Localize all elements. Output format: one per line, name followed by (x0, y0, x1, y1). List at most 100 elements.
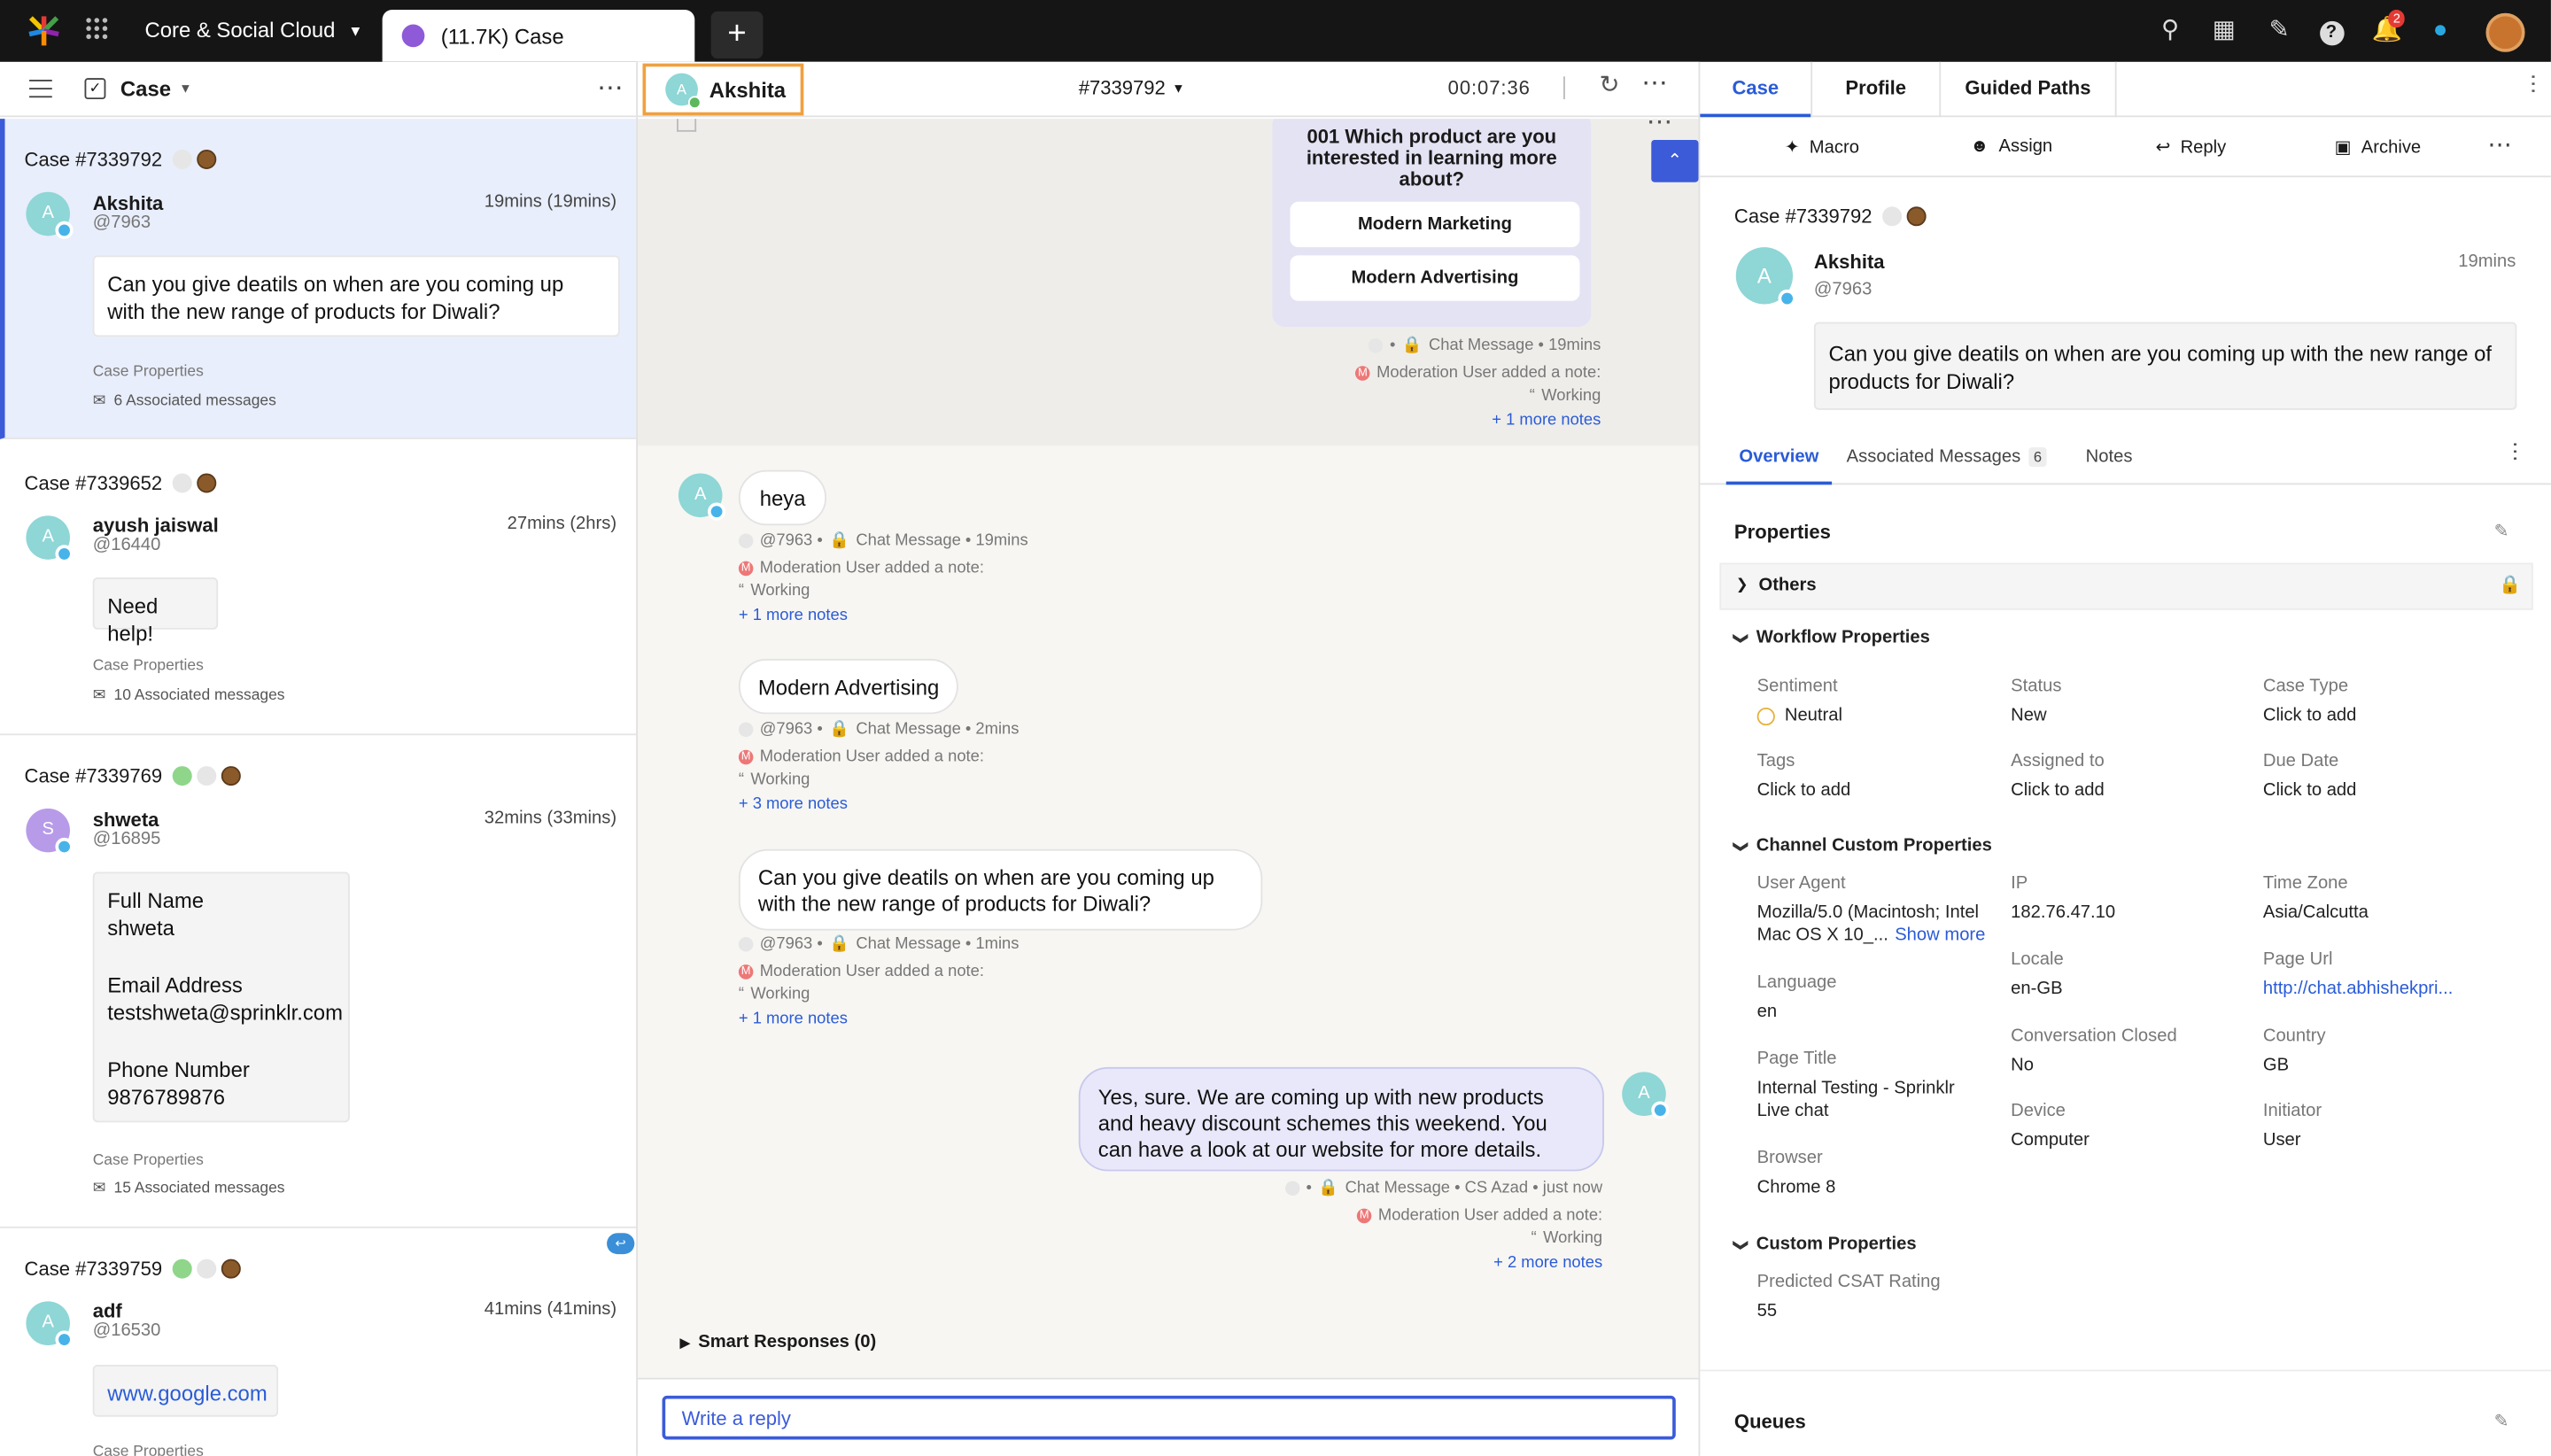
avatar: S (26, 808, 74, 856)
workflow-properties-header[interactable]: ❯ Workflow Properties (1733, 628, 1930, 647)
case-properties-label[interactable]: Case Properties (93, 363, 204, 381)
select-all-checkbox[interactable]: ✓ (84, 78, 106, 100)
associated-messages[interactable]: ✉ 6 Associated messages (93, 392, 276, 410)
more-options-icon[interactable]: ⋯ (1647, 119, 1672, 138)
customer-name-chip[interactable]: A Akshita (642, 63, 804, 116)
view-selector[interactable]: Case ▼ (120, 76, 192, 101)
case-type-value[interactable]: Click to add (2263, 706, 2357, 725)
locale-label: Locale (2011, 949, 2064, 970)
custom-properties-header[interactable]: ❯ Custom Properties (1733, 1235, 1917, 1254)
sentiment-value[interactable]: Neutral (1756, 706, 1842, 725)
case-properties-label[interactable]: Case Properties (93, 1443, 204, 1456)
refresh-icon[interactable]: ↻ (1599, 70, 1619, 99)
message-link[interactable]: www.google.com (92, 1364, 279, 1417)
more-options-icon[interactable]: ⋯ (1641, 66, 1667, 99)
customer-handle: @7963 (1813, 279, 1873, 299)
tab-associated-messages[interactable]: Associated Messages 6 (1847, 447, 2047, 468)
more-options-icon[interactable]: ⋯ (2504, 441, 2529, 462)
tab-notes[interactable]: Notes (2086, 447, 2133, 467)
avatar: A (665, 73, 702, 110)
reply-input[interactable]: Write a reply (662, 1395, 1676, 1440)
user-agent-value: Mozilla/5.0 (Macintosh; Intel (1756, 902, 1980, 923)
bot-option-button[interactable]: Modern Marketing (1290, 201, 1580, 248)
page-url-link[interactable]: http://chat.abhishekpri... (2263, 980, 2454, 999)
language-value: en (1756, 1002, 1778, 1022)
timer: 00:07:36 (1447, 76, 1531, 100)
search-icon[interactable]: ⚲ (2156, 16, 2185, 45)
tab-case[interactable]: Case (1700, 62, 1811, 118)
menu-icon[interactable] (29, 79, 52, 98)
channel-icon (172, 473, 192, 493)
channel-icon (1881, 206, 1902, 227)
case-number-selector[interactable]: #7339792 ▼ (1079, 76, 1185, 99)
case-card[interactable]: Case #7339759 ↩ A adf @16530 41mins (41m… (0, 1230, 636, 1456)
channel-icon (172, 149, 192, 170)
more-options-icon[interactable]: ⋯ (2522, 74, 2547, 95)
bot-option-button[interactable]: Modern Advertising (1290, 255, 1580, 301)
assigned-to-value[interactable]: Click to add (2011, 781, 2105, 801)
tab-guided-paths[interactable]: Guided Paths (1941, 62, 2115, 117)
lock-icon: 🔒 (829, 935, 850, 954)
show-more-link[interactable]: Show more (1895, 925, 1985, 945)
case-id: Case #7339759 (24, 1257, 163, 1281)
help-icon[interactable]: ? (2316, 16, 2346, 46)
note-text: “Working (1531, 1229, 1603, 1248)
more-notes-link[interactable]: + 1 more notes (1492, 412, 1601, 430)
agent-avatar (196, 473, 216, 493)
macro-button[interactable]: ✦ Macro (1785, 136, 1859, 158)
smart-responses-toggle[interactable]: ▶ Smart Responses (0) (680, 1332, 876, 1351)
more-notes-link[interactable]: + 1 more notes (739, 607, 848, 624)
assign-button[interactable]: ☻ Assign (1970, 136, 2052, 156)
more-notes-link[interactable]: + 1 more notes (739, 1011, 848, 1028)
page-title-value: Internal Testing - Sprinklr (1756, 1078, 1955, 1098)
mail-icon: ✉ (92, 1179, 106, 1197)
country-value: GB (2262, 1056, 2290, 1076)
channel-properties-header[interactable]: ❯ Channel Custom Properties (1733, 836, 1992, 856)
more-options-icon[interactable]: ⋯ (2487, 130, 2512, 159)
others-section[interactable]: ❯ Others 🔒 (1719, 562, 2533, 610)
edit-icon[interactable]: ✎ (2494, 1410, 2509, 1431)
edit-icon[interactable]: ✎ (2265, 16, 2294, 45)
csat-value: 55 (1756, 1301, 1778, 1321)
agent-avatar (196, 149, 216, 170)
scroll-up-button[interactable]: ⌃ (1651, 139, 1699, 182)
more-notes-link[interactable]: + 3 more notes (739, 795, 848, 813)
associated-messages[interactable]: ✉ 15 Associated messages (93, 1180, 285, 1197)
more-options-icon[interactable]: ⋯ (597, 72, 623, 105)
tags-value[interactable]: Click to add (1757, 781, 1851, 801)
message-preview: Can you give deatils on when are you com… (92, 255, 620, 337)
case-card[interactable]: Case #7339769 S shweta @16895 32mins (33… (0, 737, 637, 1228)
chat-icon[interactable]: ● (2426, 16, 2455, 45)
calendar-icon[interactable]: ▦ (2209, 16, 2238, 45)
top-bar: Core & Social Cloud ▼ (11.7K) Case + ⚲ ▦… (0, 0, 2551, 62)
user-agent-label: User Agent (1756, 873, 1846, 894)
assign-icon: ☻ (1970, 136, 1989, 157)
more-notes-link[interactable]: + 2 more notes (1493, 1254, 1602, 1272)
case-properties-label[interactable]: Case Properties (93, 657, 204, 675)
note-text: “Working (738, 582, 810, 600)
conversation-area: ⋯ ⌃ 001 Which product are you interested… (637, 119, 1699, 1378)
notifications-icon[interactable]: 🔔 2 (2372, 10, 2406, 45)
case-card[interactable]: Case #7339652 A ayush jaiswal @16440 27m… (0, 443, 637, 736)
new-tab-button[interactable]: + (710, 11, 764, 59)
case-card[interactable]: Case #7339792 A Akshita @7963 19mins (19… (0, 119, 637, 439)
status-label: Status (2011, 677, 2062, 697)
associated-messages[interactable]: ✉ 10 Associated messages (93, 686, 285, 704)
reply-button[interactable]: ↩ Reply (2156, 136, 2227, 158)
due-date-value[interactable]: Click to add (2263, 781, 2357, 801)
sentiment-label: Sentiment (1756, 677, 1838, 697)
case-properties-label[interactable]: Case Properties (93, 1151, 204, 1169)
tab-profile[interactable]: Profile (1812, 62, 1939, 117)
archive-button[interactable]: ▣ Archive (2335, 136, 2422, 158)
sprinklr-logo[interactable] (26, 15, 61, 48)
workspace-switcher[interactable]: Core & Social Cloud ▼ (144, 18, 362, 43)
edit-icon[interactable]: ✎ (2494, 521, 2509, 542)
apps-grid-icon[interactable] (86, 18, 109, 41)
status-value[interactable]: New (2011, 706, 2046, 725)
tab-case[interactable]: (11.7K) Case (382, 10, 695, 62)
queues-title: Queues (1733, 1410, 1806, 1434)
user-avatar[interactable] (2485, 12, 2525, 52)
timezone-label: Time Zone (2262, 873, 2348, 894)
message-checkbox[interactable] (677, 119, 697, 132)
tab-overview[interactable]: Overview (1725, 433, 1832, 485)
